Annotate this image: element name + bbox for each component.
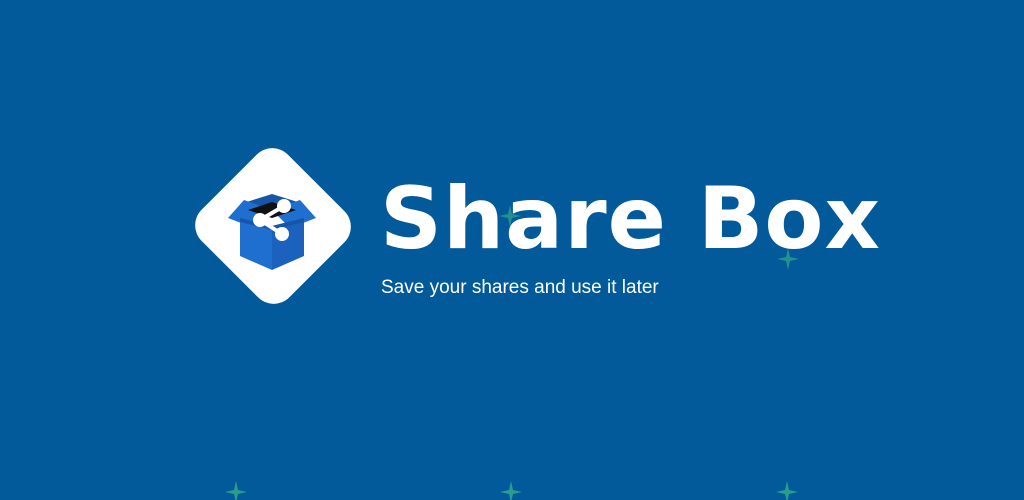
sparkle-icon	[225, 481, 247, 500]
sparkle-icon	[500, 481, 522, 500]
sparkle-icon	[776, 481, 798, 500]
app-title: Share Box	[380, 169, 881, 269]
share-box-icon	[195, 148, 351, 304]
app-tagline: Save your shares and use it later	[381, 277, 659, 298]
feature-banner: Share Box Save your shares and use it la…	[0, 0, 1024, 500]
